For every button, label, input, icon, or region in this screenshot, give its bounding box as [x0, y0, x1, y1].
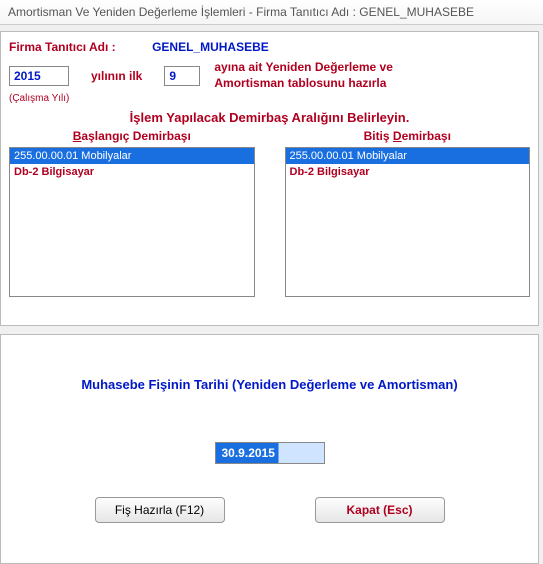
prepare-voucher-button[interactable]: Fiş Hazırla (F12) — [95, 497, 225, 523]
bottom-panel: Muhasebe Fişinin Tarihi (Yeniden Değerle… — [0, 334, 539, 564]
close-button[interactable]: Kapat (Esc) — [315, 497, 445, 523]
end-tab-label: Bitiş Demirbaşı — [358, 129, 457, 143]
list-item[interactable]: 255.00.00.01 Mobilyalar — [286, 148, 530, 164]
main-panel: Firma Tanıtıcı Adı : GENEL_MUHASEBE yılı… — [0, 31, 539, 326]
end-group: Bitiş Demirbaşı 255.00.00.01 Mobilyalar … — [285, 129, 531, 297]
start-tab-label: Başlangıç Demirbaşı — [67, 129, 197, 143]
list-item[interactable]: 255.00.00.01 Mobilyalar — [10, 148, 254, 164]
end-list[interactable]: 255.00.00.01 Mobilyalar Db-2 Bilgisayar — [285, 147, 531, 297]
section-title: İşlem Yapılacak Demirbaş Aralığını Belir… — [9, 110, 530, 125]
desc-line-1: ayına ait Yeniden Değerleme ve — [214, 60, 393, 76]
year-mid-label: yılının ilk — [91, 69, 142, 83]
month-input[interactable] — [164, 66, 200, 86]
voucher-date-input[interactable] — [215, 442, 325, 464]
start-group: Başlangıç Demirbaşı 255.00.00.01 Mobilya… — [9, 129, 255, 297]
desc-line-2: Amortisman tablosunu hazırla — [214, 76, 393, 92]
list-item[interactable]: Db-2 Bilgisayar — [286, 164, 530, 180]
list-item[interactable]: Db-2 Bilgisayar — [10, 164, 254, 180]
window-title: Amortisman Ve Yeniden Değerleme İşlemler… — [0, 0, 543, 25]
working-year-label: (Çalışma Yılı) — [9, 93, 530, 104]
year-input[interactable] — [9, 66, 69, 86]
start-list[interactable]: 255.00.00.01 Mobilyalar Db-2 Bilgisayar — [9, 147, 255, 297]
firm-name: GENEL_MUHASEBE — [152, 40, 269, 54]
firm-label: Firma Tanıtıcı Adı : — [9, 40, 149, 54]
voucher-date-title: Muhasebe Fişinin Tarihi (Yeniden Değerle… — [9, 377, 530, 392]
